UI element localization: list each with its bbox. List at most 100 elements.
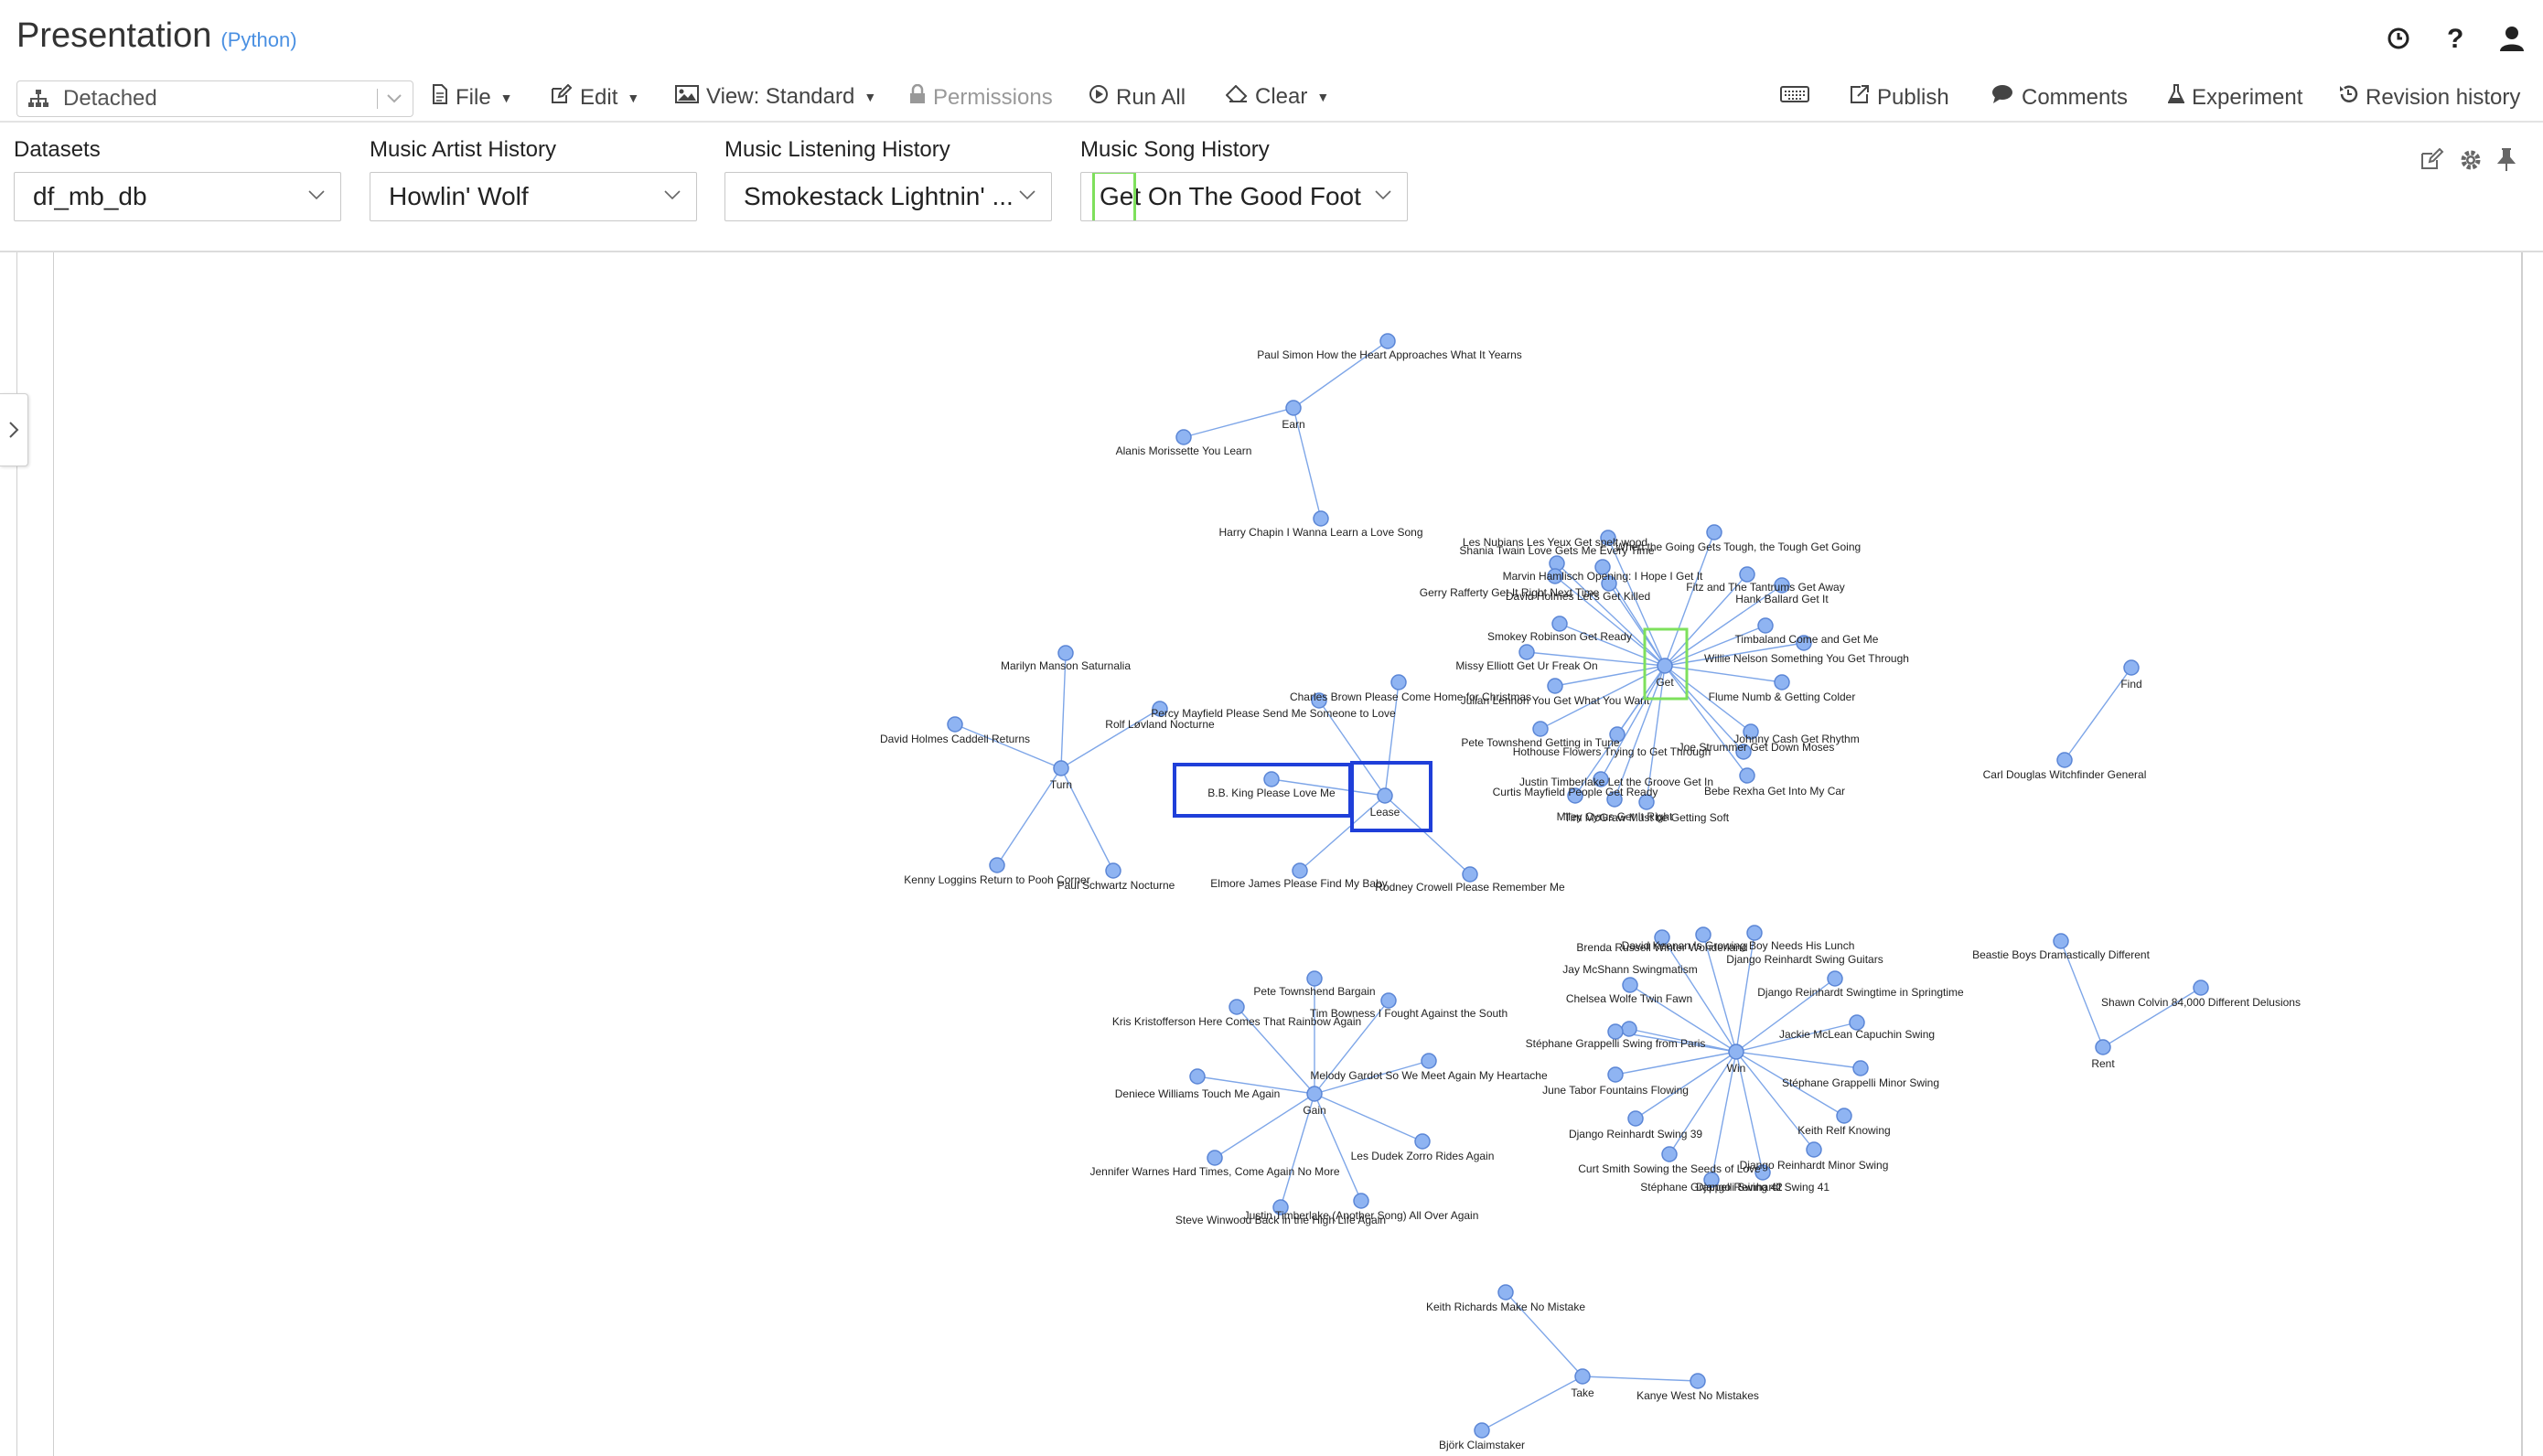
- graph-node[interactable]: [1627, 1110, 1644, 1127]
- graph-node[interactable]: [1852, 1060, 1869, 1076]
- graph-node[interactable]: [1189, 1068, 1206, 1085]
- graph-hub-node[interactable]: [1728, 1044, 1744, 1060]
- chevron-down-icon: [308, 190, 325, 200]
- graph-node[interactable]: [1414, 1133, 1431, 1150]
- graph-node[interactable]: [1263, 771, 1280, 787]
- graph-node[interactable]: [1207, 1150, 1223, 1166]
- comments-button[interactable]: Comments: [1990, 84, 2128, 111]
- node-label: Willie Nelson Something You Get Through: [1704, 652, 1909, 665]
- view-menu[interactable]: View: Standard ▼: [675, 84, 876, 110]
- clear-label: Clear: [1255, 84, 1308, 109]
- graph-node[interactable]: [2193, 980, 2209, 996]
- graph-edge: [1664, 665, 1748, 776]
- graph-node[interactable]: [1379, 333, 1396, 349]
- node-label: Hank Ballard Get It: [1735, 593, 1829, 605]
- user-icon[interactable]: [2497, 24, 2527, 53]
- graph-node[interactable]: [1518, 644, 1535, 660]
- graph-node[interactable]: [989, 857, 1005, 873]
- graph-node[interactable]: [1462, 866, 1478, 883]
- graph-node[interactable]: [1607, 1066, 1624, 1083]
- graph-hub-node[interactable]: [1657, 658, 1673, 674]
- graph-node[interactable]: [1739, 767, 1755, 784]
- edit-menu[interactable]: Edit ▼: [551, 83, 639, 111]
- datasets-dropdown[interactable]: df_mb_db: [14, 172, 341, 221]
- graph-node[interactable]: [1690, 1373, 1706, 1389]
- clear-menu[interactable]: Clear ▼: [1225, 84, 1329, 110]
- graph-node[interactable]: [1313, 510, 1329, 527]
- graph-node[interactable]: [1292, 862, 1308, 879]
- graph-node[interactable]: [1353, 1193, 1369, 1209]
- graph-node[interactable]: [1706, 524, 1722, 541]
- dropdown-value: Get On The Good Foot: [1100, 182, 1361, 210]
- graph-canvas[interactable]: Paul Simon How the Heart Approaches What…: [0, 252, 2543, 1456]
- graph-node[interactable]: [1306, 970, 1323, 987]
- graph-node[interactable]: [1739, 566, 1755, 583]
- graph-node[interactable]: [1806, 1141, 1822, 1158]
- graph-node[interactable]: [1774, 674, 1790, 691]
- graph-node[interactable]: [1175, 429, 1192, 445]
- graph-hub-node[interactable]: [1285, 400, 1302, 416]
- pin-icon[interactable]: [2496, 148, 2516, 177]
- file-menu[interactable]: File ▼: [432, 84, 513, 111]
- gear-icon[interactable]: [2459, 148, 2483, 177]
- graph-node[interactable]: [1551, 616, 1568, 632]
- filter-label: Music Song History: [1080, 137, 1270, 162]
- graph-node[interactable]: [1532, 721, 1549, 737]
- permissions-button[interactable]: Permissions: [909, 83, 1053, 111]
- node-label: Stéphane Grappelli Minor Swing: [1782, 1076, 1939, 1089]
- revision-history-button[interactable]: Revision history: [2338, 84, 2520, 111]
- song-dropdown[interactable]: Get On The Good Foot: [1080, 172, 1408, 221]
- graph-node[interactable]: [1390, 674, 1407, 691]
- graph-node[interactable]: [1229, 999, 1245, 1015]
- graph-node[interactable]: [1827, 970, 1843, 987]
- graph-hub-node[interactable]: [1574, 1368, 1591, 1385]
- permissions-label: Permissions: [933, 84, 1053, 110]
- graph-node[interactable]: [947, 716, 963, 733]
- graph-hub-node[interactable]: [2095, 1039, 2111, 1055]
- graph-node[interactable]: [1746, 925, 1763, 941]
- experiment-button[interactable]: Experiment: [2167, 84, 2302, 111]
- graph-node[interactable]: [2053, 933, 2069, 949]
- node-label: When the Going Gets Tough, the Tough Get…: [1615, 541, 1861, 553]
- edit-icon[interactable]: [2420, 147, 2444, 177]
- graph-hub-node[interactable]: [1306, 1086, 1323, 1102]
- graph-edge: [1183, 407, 1294, 438]
- node-label: Stéphane Grappelli Swing from Paris: [1526, 1037, 1706, 1050]
- run-all-button[interactable]: Run All: [1089, 84, 1186, 111]
- graph-node[interactable]: [1474, 1422, 1490, 1439]
- app-title: Presentation (Python): [16, 16, 297, 56]
- listening-dropdown[interactable]: Smokestack Lightnin' ...: [724, 172, 1052, 221]
- graph-node[interactable]: [2056, 752, 2073, 768]
- node-label: June Tabor Fountains Flowing: [1542, 1084, 1689, 1097]
- node-label: Björk Claimstaker: [1439, 1439, 1525, 1451]
- artist-dropdown[interactable]: Howlin' Wolf: [370, 172, 697, 221]
- graph-hub-node[interactable]: [1053, 760, 1069, 776]
- publish-button[interactable]: Publish: [1850, 84, 1949, 111]
- clock-icon[interactable]: [2384, 24, 2413, 53]
- graph-hub-node[interactable]: [1377, 787, 1393, 804]
- node-label: Django Reinhardt Swing 39: [1569, 1128, 1702, 1140]
- graph-node[interactable]: [1836, 1108, 1852, 1124]
- graph-node[interactable]: [1057, 645, 1074, 661]
- svg-text:?: ?: [2447, 25, 2463, 52]
- node-label: Fitz and The Tantrums Get Away: [1686, 581, 1844, 594]
- network-graph[interactable]: Paul Simon How the Heart Approaches What…: [0, 252, 2543, 1456]
- graph-node[interactable]: [1757, 617, 1774, 634]
- kernel-select[interactable]: Detached: [16, 80, 413, 117]
- graph-hub-node[interactable]: [2123, 659, 2140, 676]
- node-label: Django Reinhardt Minor Swing: [1740, 1159, 1889, 1172]
- graph-node[interactable]: [1622, 977, 1638, 993]
- filter-tools: [2420, 147, 2516, 177]
- graph-node[interactable]: [1621, 1021, 1637, 1037]
- graph-node[interactable]: [1547, 678, 1563, 694]
- graph-node[interactable]: [1497, 1284, 1514, 1301]
- graph-node[interactable]: [1661, 1146, 1678, 1162]
- graph-node[interactable]: [1380, 992, 1397, 1009]
- graph-node[interactable]: [1105, 862, 1121, 879]
- help-icon[interactable]: ?: [2441, 24, 2470, 53]
- node-label: Les Dudek Zorro Rides Again: [1351, 1150, 1495, 1162]
- graph-node[interactable]: [1421, 1053, 1437, 1069]
- hub-label: Win: [1727, 1062, 1746, 1075]
- comments-label: Comments: [2022, 84, 2129, 110]
- keyboard-button[interactable]: [1780, 84, 1809, 110]
